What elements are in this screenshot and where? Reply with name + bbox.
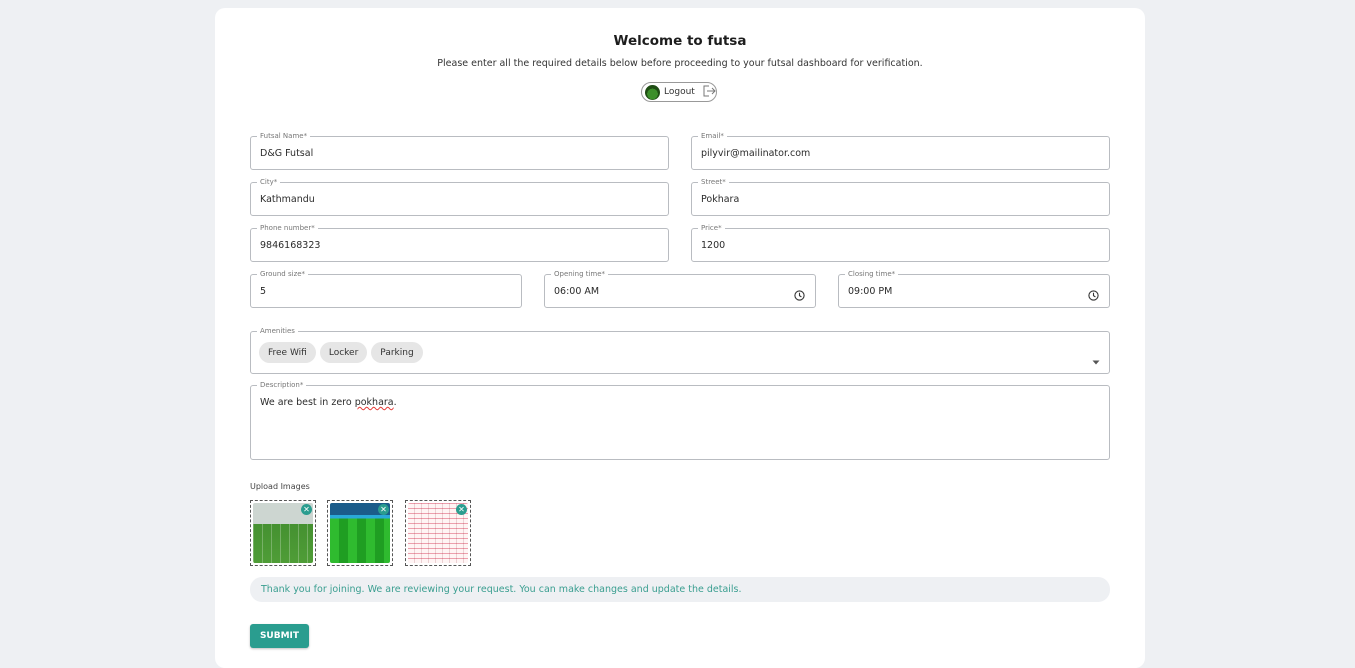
registration-card: Welcome to futsa Please enter all the re… [215, 8, 1145, 668]
submit-button[interactable]: SUBMIT [250, 624, 309, 648]
logout-icon [702, 85, 716, 100]
ground-size-field[interactable]: Ground size* 5 [250, 269, 522, 308]
logout-button[interactable]: Logout [641, 82, 717, 102]
chevron-down-icon[interactable] [1092, 350, 1100, 369]
email-value: pilyvir@mailinator.com [701, 147, 811, 159]
futsal-name-value: D&G Futsal [260, 147, 314, 159]
amenity-chip[interactable]: Locker [319, 342, 368, 363]
phone-value: 9846168323 [260, 239, 321, 251]
futsal-field-photo: ✕ [330, 503, 390, 563]
logout-label: Logout [664, 87, 695, 97]
remove-image-icon[interactable]: ✕ [456, 504, 467, 515]
city-value: Kathmandu [260, 193, 315, 205]
avatar [645, 84, 660, 100]
street-value: Pokhara [701, 193, 740, 205]
description-value: We are best in zero pokhara. [260, 397, 397, 408]
uploaded-image-thumbnail[interactable]: ✕ [405, 500, 471, 566]
closing-time-value: 09:00 PM [848, 285, 893, 297]
closing-time-field[interactable]: Closing time* 09:00 PM [838, 269, 1110, 308]
email-field[interactable]: Email* pilyvir@mailinator.com [691, 131, 1110, 170]
phone-field[interactable]: Phone number* 9846168323 [250, 223, 669, 262]
ground-size-value: 5 [260, 285, 267, 297]
document-scan: ✕ [408, 503, 468, 563]
remove-image-icon[interactable]: ✕ [301, 504, 312, 515]
amenities-label: Amenities [257, 326, 298, 336]
amenity-chip[interactable]: Free Wifi [259, 342, 316, 363]
page-title: Welcome to futsa [613, 33, 747, 49]
amenity-chip[interactable]: Parking [371, 342, 423, 363]
opening-time-value: 06:00 AM [554, 285, 600, 297]
description-textarea[interactable]: Description* We are best in zero pokhara… [250, 380, 1110, 460]
clock-icon[interactable] [794, 286, 805, 305]
description-label: Description* [257, 380, 307, 390]
futsal-field-photo: ✕ [253, 503, 313, 563]
price-field[interactable]: Price* 1200 [691, 223, 1110, 262]
amenities-select[interactable]: Amenities Free Wifi Locker Parking [250, 326, 1110, 374]
futsal-name-field[interactable]: Futsal Name* D&G Futsal [250, 131, 669, 170]
page-subtitle: Please enter all the required details be… [437, 58, 923, 69]
uploaded-image-thumbnail[interactable]: ✕ [327, 500, 393, 566]
upload-images-label: Upload Images [250, 482, 310, 491]
clock-icon[interactable] [1088, 286, 1099, 305]
remove-image-icon[interactable]: ✕ [378, 504, 389, 515]
uploaded-image-thumbnail[interactable]: ✕ [250, 500, 316, 566]
price-value: 1200 [701, 239, 726, 251]
city-field[interactable]: City* Kathmandu [250, 177, 669, 216]
review-status-notice: Thank you for joining. We are reviewing … [250, 577, 1110, 602]
opening-time-field[interactable]: Opening time* 06:00 AM [544, 269, 816, 308]
street-field[interactable]: Street* Pokhara [691, 177, 1110, 216]
